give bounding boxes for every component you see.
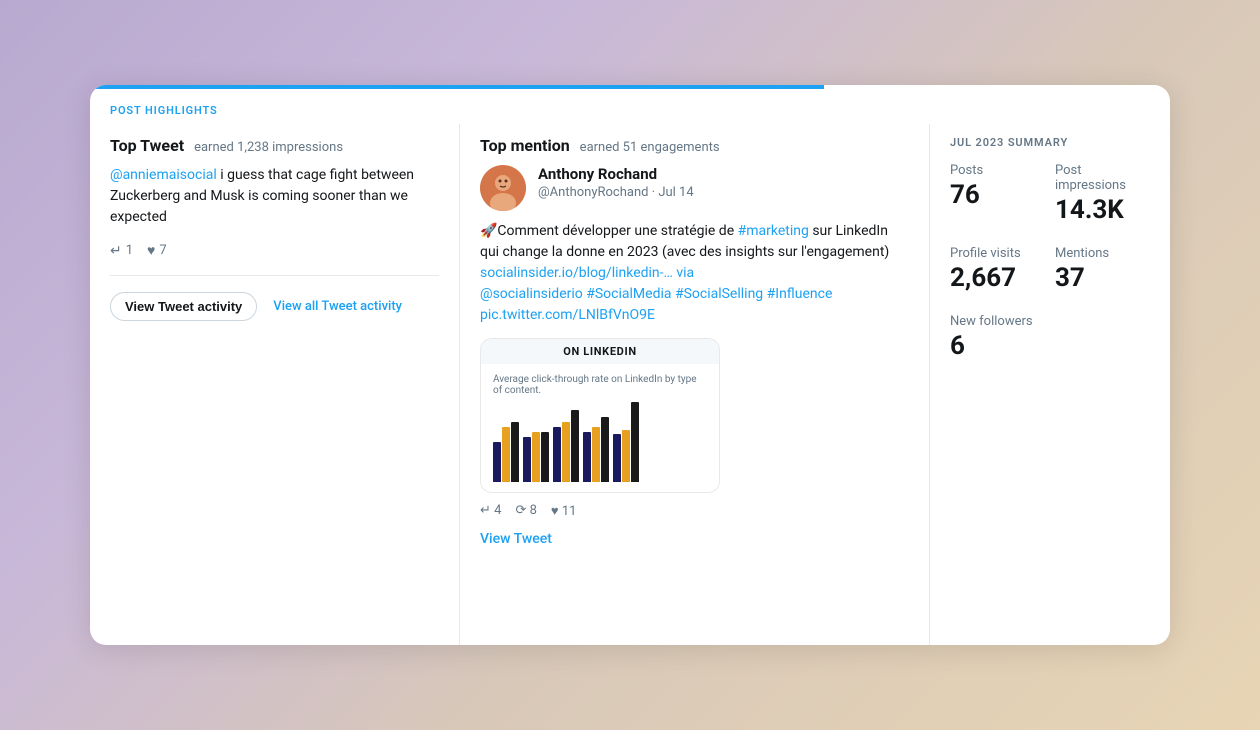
bar-black-3 bbox=[571, 410, 579, 482]
stat-posts: Posts 76 bbox=[950, 163, 1045, 226]
top-mention-header: Top mention earned 51 engagements bbox=[480, 136, 909, 155]
bar-navy-4 bbox=[583, 432, 591, 482]
mention-retweet: ⟳ 8 bbox=[515, 503, 536, 519]
main-card: POST HIGHLIGHTS Top Tweet earned 1,238 i… bbox=[90, 85, 1170, 645]
bar-navy-2 bbox=[523, 437, 531, 482]
mention-user-info: Anthony Rochand @AnthonyRochand · Jul 14 bbox=[538, 165, 694, 200]
mention-like: ♥ 11 bbox=[551, 503, 577, 519]
bar-orange-5 bbox=[622, 430, 630, 482]
bar-group-4 bbox=[583, 417, 609, 482]
mention-link[interactable]: socialinsider.io/blog/linkedin-… via bbox=[480, 265, 694, 281]
bar-navy-1 bbox=[493, 442, 501, 482]
card-body: Top Tweet earned 1,238 impressions @anni… bbox=[90, 124, 1170, 645]
bar-black-2 bbox=[541, 432, 549, 482]
bar-navy-5 bbox=[613, 434, 621, 482]
mention-body: 🚀Comment développer une stratégie de #ma… bbox=[480, 221, 909, 326]
stat-new-followers: New followers 6 bbox=[950, 314, 1045, 362]
mention-date: · Jul 14 bbox=[652, 185, 694, 200]
like-action: ♥ 7 bbox=[147, 242, 167, 259]
mention-user-name: Anthony Rochand bbox=[538, 165, 694, 183]
reply-icon: ↵ bbox=[110, 243, 122, 259]
activity-bar: View Tweet activity View all Tweet activ… bbox=[110, 292, 439, 321]
reply-count: 1 bbox=[126, 243, 133, 258]
chart-area: Average click-through rate on LinkedIn b… bbox=[481, 364, 719, 492]
like-count: 7 bbox=[159, 243, 166, 258]
stat-profile-visits-value: 2,667 bbox=[950, 263, 1045, 294]
stat-profile-visits-label: Profile visits bbox=[950, 246, 1045, 261]
stat-impressions-label: Post impressions bbox=[1055, 163, 1150, 193]
top-tweet-subtitle: earned 1,238 impressions bbox=[194, 140, 343, 155]
stat-mentions-label: Mentions bbox=[1055, 246, 1150, 261]
summary-label: JUL 2023 SUMMARY bbox=[950, 136, 1150, 149]
mention-stats: ↵ 4 ⟳ 8 ♥ 11 bbox=[480, 503, 909, 519]
tweet-actions: ↵ 1 ♥ 7 bbox=[110, 242, 439, 259]
divider bbox=[110, 275, 439, 276]
bar-orange-3 bbox=[562, 422, 570, 482]
mention-header: Anthony Rochand @AnthonyRochand · Jul 14 bbox=[480, 165, 909, 211]
bar-orange-1 bbox=[502, 427, 510, 482]
right-panel: JUL 2023 SUMMARY Posts 76 Post impressio… bbox=[930, 124, 1170, 645]
mention-retweet-icon: ⟳ bbox=[515, 503, 526, 518]
tweet-mention[interactable]: @anniemaisocial bbox=[110, 167, 217, 183]
view-tweet-button[interactable]: View Tweet bbox=[480, 531, 552, 547]
bar-orange-2 bbox=[532, 432, 540, 482]
pic-link[interactable]: pic.twitter.com/LNlBfVnO9E bbox=[480, 307, 655, 323]
stat-posts-label: Posts bbox=[950, 163, 1045, 178]
stat-followers-value: 6 bbox=[950, 331, 1045, 362]
left-panel: Top Tweet earned 1,238 impressions @anni… bbox=[90, 124, 460, 645]
bar-group-5 bbox=[613, 402, 639, 482]
mention-tags[interactable]: #SocialMedia #SocialSelling #Influence bbox=[586, 286, 832, 302]
mention-body-line1: 🚀Comment développer une stratégie de bbox=[480, 223, 734, 239]
bar-chart bbox=[493, 402, 707, 482]
middle-panel: Top mention earned 51 engagements bbox=[460, 124, 930, 645]
mention-retweet-count: 8 bbox=[530, 503, 537, 518]
stat-post-impressions: Post impressions 14.3K bbox=[1055, 163, 1150, 226]
top-mention-subtitle: earned 51 engagements bbox=[580, 140, 720, 155]
bar-orange-4 bbox=[592, 427, 600, 482]
bar-black-5 bbox=[631, 402, 639, 482]
mention-handle[interactable]: @AnthonyRochand bbox=[538, 185, 648, 200]
bar-group-3 bbox=[553, 410, 579, 482]
mention-handle-date: @AnthonyRochand · Jul 14 bbox=[538, 185, 694, 200]
mention-heart-icon: ♥ bbox=[551, 504, 559, 519]
view-tweet-activity-button[interactable]: View Tweet activity bbox=[110, 292, 257, 321]
mention-reply-icon: ↵ bbox=[480, 503, 491, 518]
mention-handle2[interactable]: @socialinsiderio bbox=[480, 286, 583, 302]
chart-label: Average click-through rate on LinkedIn b… bbox=[493, 374, 707, 396]
mention-reply-count: 4 bbox=[494, 503, 501, 518]
reply-action: ↵ 1 bbox=[110, 243, 133, 259]
bar-group-2 bbox=[523, 432, 549, 482]
post-highlights-label: POST HIGHLIGHTS bbox=[110, 104, 218, 117]
avatar-image bbox=[480, 165, 526, 211]
mention-reply: ↵ 4 bbox=[480, 503, 501, 519]
stat-posts-value: 76 bbox=[950, 180, 1045, 211]
stats-grid: Posts 76 Post impressions 14.3K Profile … bbox=[950, 163, 1150, 363]
chart-header: ON LINKEDIN bbox=[481, 339, 719, 364]
top-tweet-title: Top Tweet bbox=[110, 136, 184, 155]
avatar bbox=[480, 165, 526, 211]
tweet-text: @anniemaisocial i guess that cage fight … bbox=[110, 165, 439, 228]
top-mention-title: Top mention bbox=[480, 136, 570, 155]
view-all-tweet-activity-link[interactable]: View all Tweet activity bbox=[273, 299, 402, 314]
mention-like-count: 11 bbox=[562, 504, 577, 519]
stat-impressions-value: 14.3K bbox=[1055, 195, 1150, 226]
stat-followers-label: New followers bbox=[950, 314, 1045, 329]
bar-group-1 bbox=[493, 422, 519, 482]
bar-black-1 bbox=[511, 422, 519, 482]
stat-mentions: Mentions 37 bbox=[1055, 246, 1150, 294]
hashtag-marketing[interactable]: #marketing bbox=[738, 223, 809, 239]
card-header: POST HIGHLIGHTS bbox=[90, 89, 1170, 124]
bar-black-4 bbox=[601, 417, 609, 482]
top-tweet-header: Top Tweet earned 1,238 impressions bbox=[110, 136, 439, 155]
stat-profile-visits: Profile visits 2,667 bbox=[950, 246, 1045, 294]
bar-navy-3 bbox=[553, 427, 561, 482]
heart-icon: ♥ bbox=[147, 242, 155, 259]
mention-image-card: ON LINKEDIN Average click-through rate o… bbox=[480, 338, 720, 493]
stat-mentions-value: 37 bbox=[1055, 263, 1150, 294]
